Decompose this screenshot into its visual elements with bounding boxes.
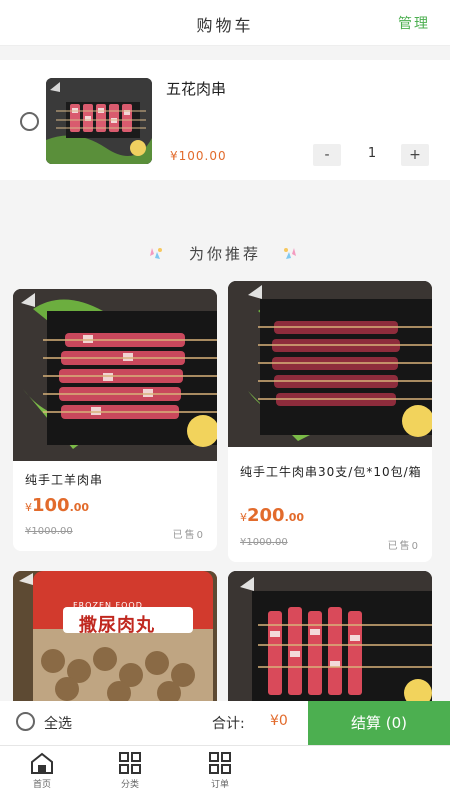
product-price: ¥200.00 [240,505,305,526]
product-card[interactable]: 纯手工羊肉串 ¥100.00 ¥1000.00 已售0 [13,289,217,551]
product-card[interactable] [228,571,432,701]
lamb-skewer-image [13,289,217,461]
grid-icon [119,752,141,774]
tab-label: 订单 [210,780,229,790]
skewer-image [46,78,152,164]
tab-category[interactable]: 分类 [100,752,160,790]
cart-item-price: ¥100.00 [170,149,227,163]
beef-skewer-image [228,281,432,447]
page-title: 购物车 [196,16,254,35]
checkout-bar: 全选 合计: ¥0 结算 (0) [0,701,450,745]
product-price: ¥100.00 [25,495,90,516]
bottom-tab-bar: 首页 分类 订单 [0,745,450,800]
recommend-title: 为你推荐 [188,245,261,263]
product-title: 纯手工牛肉串30支/包*10包/箱 [240,465,422,479]
top-bar: 购物车 管理 [0,0,450,46]
grid-icon [209,752,231,774]
product-image [228,571,432,701]
total-label: 合计: [212,716,245,732]
sparkle-icon [284,248,296,259]
manage-button[interactable]: 管理 [398,13,430,33]
sparkle-icon [150,248,162,259]
select-all-checkbox[interactable] [16,712,35,731]
product-card[interactable]: 纯手工牛肉串30支/包*10包/箱 ¥200.00 ¥1000.00 已售0 [228,281,432,562]
checkout-button[interactable]: 结算 (0) [308,701,450,745]
tab-label: 首页 [32,780,51,790]
cart-item-checkbox[interactable] [20,112,39,131]
quantity-increase-button[interactable]: + [401,144,429,166]
product-original-price: ¥1000.00 [240,537,288,548]
product-title: 纯手工羊肉串 [25,473,104,487]
tab-orders[interactable]: 订单 [190,752,250,790]
tab-label: 分类 [120,780,139,790]
product-card[interactable]: FROZEN FOOD 撒尿肉丸 [13,571,217,701]
package-name: 撒尿肉丸 [79,615,155,636]
product-image: FROZEN FOOD 撒尿肉丸 [13,571,217,701]
product-sold-count: 已售0 [172,530,205,541]
bacon-skewer-image [228,571,432,701]
product-sold-count: 已售0 [387,541,420,552]
product-image [13,289,217,461]
quantity-value[interactable]: 1 [352,146,392,161]
select-all-label[interactable]: 全选 [44,713,72,733]
tab-home[interactable]: 首页 [12,752,72,790]
home-icon [31,752,53,774]
total-amount: ¥0 [270,713,288,729]
cart-page: 购物车 管理 五花肉串 ¥100.00 - 1 + 为你推荐 纯手工羊肉串 ¥1… [0,0,450,800]
product-image [228,281,432,447]
recommend-heading: 为你推荐 [0,240,450,268]
package-brand: FROZEN FOOD [73,601,143,610]
product-original-price: ¥1000.00 [25,526,73,537]
cart-item-thumbnail[interactable] [46,78,152,164]
quantity-decrease-button[interactable]: - [313,144,341,166]
cart-item-name[interactable]: 五花肉串 [166,78,226,99]
cart-item: 五花肉串 ¥100.00 - 1 + [0,60,450,180]
